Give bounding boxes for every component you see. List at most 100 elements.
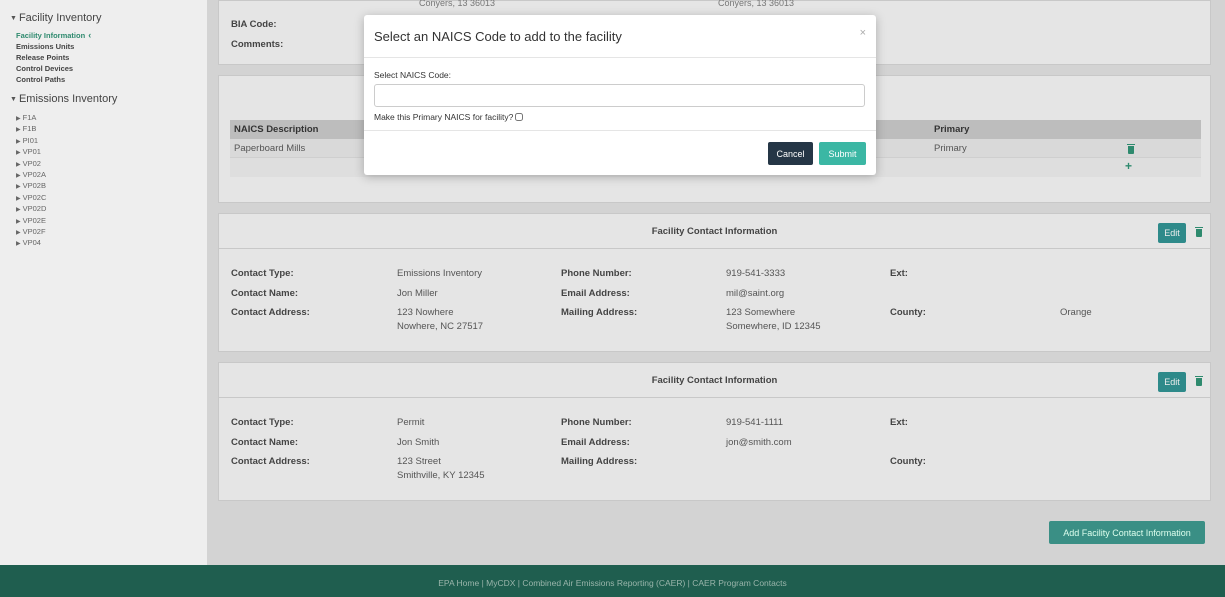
trash-icon[interactable] [1127,144,1135,154]
sidebar-item-vp02[interactable]: ▶ VP02 [10,158,207,169]
naics-description-cell: Paperboard Mills [234,143,306,154]
sidebar-section-label: Emissions Inventory [18,93,118,105]
email-value: mil@saint.org [726,288,785,299]
naics-modal: Select an NAICS Code to add to the facil… [364,15,876,175]
naics-code-input[interactable] [374,84,865,107]
contact-address-line2: Nowhere, NC 27517 [397,321,484,332]
caret-right-icon: ▶ [16,218,21,225]
sidebar-item-vp02c[interactable]: ▶ VP02C [10,192,207,203]
contact-name-value: Jon Miller [397,288,438,299]
sidebar-item-vp04[interactable]: ▶ VP04 [10,237,207,248]
sidebar-item-label: VP02C [22,192,47,202]
primary-header: Primary [934,124,970,135]
caret-right-icon: ▶ [16,161,21,168]
phone-value: 919-541-3333 [726,268,786,279]
plus-icon[interactable]: + [1125,159,1132,173]
sidebar-item-label: VP02F [22,226,46,236]
section-title: Facility Contact Information [651,375,778,386]
comments-label: Comments: [231,39,284,50]
caret-right-icon: ▶ [16,241,21,248]
trash-icon[interactable] [1195,227,1203,237]
contact-type-label: Contact Type: [231,417,294,428]
contact-panel: Facility Contact Information Edit Contac… [218,362,1211,501]
contact-name-value: Jon Smith [397,437,440,448]
email-label: Email Address: [561,288,630,299]
mailing-address-line2: Somewhere, ID 12345 [726,321,821,332]
sidebar-item-vp02d[interactable]: ▶ VP02D [10,203,207,214]
sidebar-item-f1a[interactable]: ▶ F1A [10,112,207,123]
mailing-address-label: Mailing Address: [561,307,638,318]
naics-description-header: NAICS Description [234,124,319,135]
phone-label: Phone Number: [561,417,632,428]
email-value: jon@smith.com [726,437,792,448]
contact-name-label: Contact Name: [231,288,299,299]
sidebar-item-label: VP02A [22,169,46,179]
contact-name-label: Contact Name: [231,437,299,448]
contact-address-line2: Smithville, KY 12345 [397,470,485,481]
sidebar-item-vp01[interactable]: ▶ VP01 [10,146,207,157]
contact-address-label: Contact Address: [231,456,310,467]
caret-right-icon: ▶ [16,184,21,191]
bia-code-label: BIA Code: [231,19,277,30]
sidebar-item-label: VP02D [22,204,47,214]
contact-panel-header: Facility Contact Information Edit [219,363,1210,398]
sidebar-item-label: VP02B [22,181,46,191]
naics-code-label: Select NAICS Code: [374,70,452,80]
close-icon[interactable]: × [860,27,866,39]
sidebar-item-control-paths[interactable]: Control Paths [10,74,207,85]
sidebar-item-release-points[interactable]: Release Points [10,52,207,63]
primary-cell: Primary [934,143,967,154]
caret-right-icon: ▶ [16,195,21,202]
contact-panel-header: Facility Contact Information Edit [219,214,1210,249]
modal-footer: Cancel Submit [364,131,876,174]
footer-links[interactable]: EPA Home | MyCDX | Combined Air Emission… [0,565,1225,597]
caret-right-icon: ▶ [16,127,21,134]
county-label: County: [890,307,926,318]
contact-panel: Facility Contact Information Edit Contac… [218,213,1211,352]
caret-down-icon: ▼ [10,95,17,103]
submit-button[interactable]: Submit [819,142,866,165]
caret-right-icon: ▶ [16,229,21,236]
add-facility-contact-button[interactable]: Add Facility Contact Information [1049,521,1205,544]
sidebar-item-label: VP01 [22,147,41,157]
cancel-button[interactable]: Cancel [768,142,813,165]
sidebar-item-facility-information[interactable]: Facility Information ‹ [10,30,207,41]
primary-naics-checkbox[interactable] [515,113,524,121]
modal-header: Select an NAICS Code to add to the facil… [364,15,876,58]
ext-label: Ext: [890,268,908,279]
caret-right-icon: ▶ [16,172,21,179]
sidebar-item-label: F1B [22,124,37,134]
caret-right-icon: ▶ [16,150,21,157]
sidebar: ▼ Facility Inventory Facility Informatio… [0,0,207,565]
caret-right-icon: ▶ [16,138,21,145]
edit-button[interactable]: Edit [1158,223,1186,243]
mailing-address-text: Conyers, 13 36013 [718,0,795,8]
sidebar-item-vp02b[interactable]: ▶ VP02B [10,180,207,191]
caret-down-icon: ▼ [10,14,17,22]
county-label: County: [890,456,926,467]
sidebar-item-label: VP02E [22,215,46,225]
modal-body: Select NAICS Code: Make this Primary NAI… [364,58,876,131]
mailing-address-label: Mailing Address: [561,456,638,467]
contact-address-line1: 123 Nowhere [397,307,454,318]
sidebar-item-label: VP04 [22,238,41,248]
trash-icon[interactable] [1195,376,1203,386]
sidebar-item-vp02e[interactable]: ▶ VP02E [10,215,207,226]
primary-naics-label: Make this Primary NAICS for facility? [374,112,514,122]
sidebar-item-emissions-units[interactable]: Emissions Units [10,41,207,52]
contact-type-value: Permit [397,417,425,428]
sidebar-item-pi01[interactable]: ▶ PI01 [10,135,207,146]
modal-title: Select an NAICS Code to add to the facil… [374,29,622,44]
sidebar-item-label: VP02 [22,158,41,168]
sidebar-item-vp02f[interactable]: ▶ VP02F [10,226,207,237]
sidebar-facility-inventory[interactable]: ▼ Facility Inventory [10,8,207,27]
edit-button[interactable]: Edit [1158,372,1186,392]
primary-naics-row: Make this Primary NAICS for facility? [374,112,866,122]
caret-right-icon: ▶ [16,116,21,122]
ext-label: Ext: [890,417,908,428]
sidebar-item-control-devices[interactable]: Control Devices [10,63,207,74]
contact-address-label: Contact Address: [231,307,310,318]
sidebar-item-vp02a[interactable]: ▶ VP02A [10,169,207,180]
sidebar-emissions-inventory[interactable]: ▼ Emissions Inventory [10,89,207,108]
sidebar-item-f1b[interactable]: ▶ F1B [10,123,207,134]
